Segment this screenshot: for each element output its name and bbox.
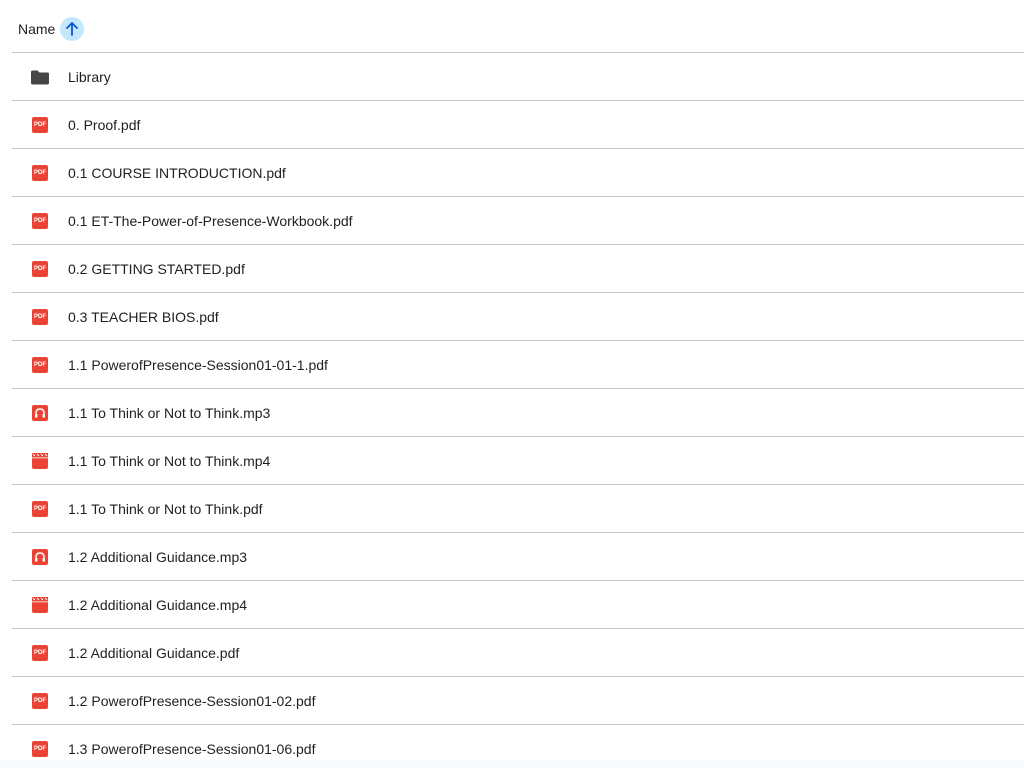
file-name: 0. Proof.pdf — [68, 117, 141, 133]
file-row[interactable]: PDF 0.3 TEACHER BIOS.pdf — [12, 293, 1024, 341]
pdf-icon: PDF — [32, 213, 48, 229]
file-row[interactable]: 1.1 To Think or Not to Think.mp4 — [12, 437, 1024, 485]
file-name: 1.2 Additional Guidance.pdf — [68, 645, 240, 661]
film-icon — [32, 597, 48, 613]
sort-direction-button[interactable] — [60, 17, 84, 41]
pdf-icon: PDF — [32, 645, 48, 661]
pdf-icon: PDF — [32, 693, 48, 709]
file-name: 1.1 To Think or Not to Think.pdf — [68, 501, 263, 517]
film-icon — [32, 453, 48, 469]
pdf-icon: PDF — [32, 741, 48, 757]
pdf-icon: PDF — [32, 309, 48, 325]
pdf-icon: PDF — [32, 165, 48, 181]
headphones-icon — [32, 549, 48, 565]
file-name: 0.1 COURSE INTRODUCTION.pdf — [68, 165, 286, 181]
file-row[interactable]: PDF 0.1 ET-The-Power-of-Presence-Workboo… — [12, 197, 1024, 245]
file-name: 1.2 Additional Guidance.mp4 — [68, 597, 248, 613]
folder-icon — [30, 70, 50, 85]
file-row[interactable]: PDF 0.1 COURSE INTRODUCTION.pdf — [12, 149, 1024, 197]
file-name: 1.3 PowerofPresence-Session01-06.pdf — [68, 741, 316, 757]
file-row[interactable]: PDF 1.2 PowerofPresence-Session01-02.pdf — [12, 677, 1024, 725]
file-row[interactable]: PDF 1.1 To Think or Not to Think.pdf — [12, 485, 1024, 533]
file-list-header: Name — [0, 0, 1024, 53]
file-name: 1.2 PowerofPresence-Session01-02.pdf — [68, 693, 316, 709]
file-row[interactable]: PDF 1.2 Additional Guidance.pdf — [12, 629, 1024, 677]
pdf-icon: PDF — [32, 117, 48, 133]
file-row[interactable]: 1.2 Additional Guidance.mp4 — [12, 581, 1024, 629]
file-name: 1.1 To Think or Not to Think.mp3 — [68, 405, 271, 421]
pdf-icon: PDF — [32, 357, 48, 373]
file-row[interactable]: 1.2 Additional Guidance.mp3 — [12, 533, 1024, 581]
file-name: 0.1 ET-The-Power-of-Presence-Workbook.pd… — [68, 213, 353, 229]
headphones-icon — [32, 405, 48, 421]
bottom-edge — [0, 760, 1024, 768]
file-name: 1.1 PowerofPresence-Session01-01-1.pdf — [68, 357, 328, 373]
file-name: 0.2 GETTING STARTED.pdf — [68, 261, 245, 277]
pdf-icon: PDF — [32, 501, 48, 517]
name-column-header[interactable]: Name — [18, 21, 55, 37]
arrow-up-icon — [66, 22, 78, 36]
file-name: 1.1 To Think or Not to Think.mp4 — [68, 453, 271, 469]
file-row[interactable]: PDF 0.2 GETTING STARTED.pdf — [12, 245, 1024, 293]
file-row[interactable]: Library — [12, 53, 1024, 101]
file-name: 0.3 TEACHER BIOS.pdf — [68, 309, 219, 325]
file-row[interactable]: 1.1 To Think or Not to Think.mp3 — [12, 389, 1024, 437]
file-row[interactable]: PDF 1.1 PowerofPresence-Session01-01-1.p… — [12, 341, 1024, 389]
file-row[interactable]: PDF 0. Proof.pdf — [12, 101, 1024, 149]
file-name: Library — [68, 69, 111, 85]
file-name: 1.2 Additional Guidance.mp3 — [68, 549, 248, 565]
pdf-icon: PDF — [32, 261, 48, 277]
file-list-page: Name Library PDF 0. Proof.pdf PDF 0.1 CO… — [0, 0, 1024, 768]
